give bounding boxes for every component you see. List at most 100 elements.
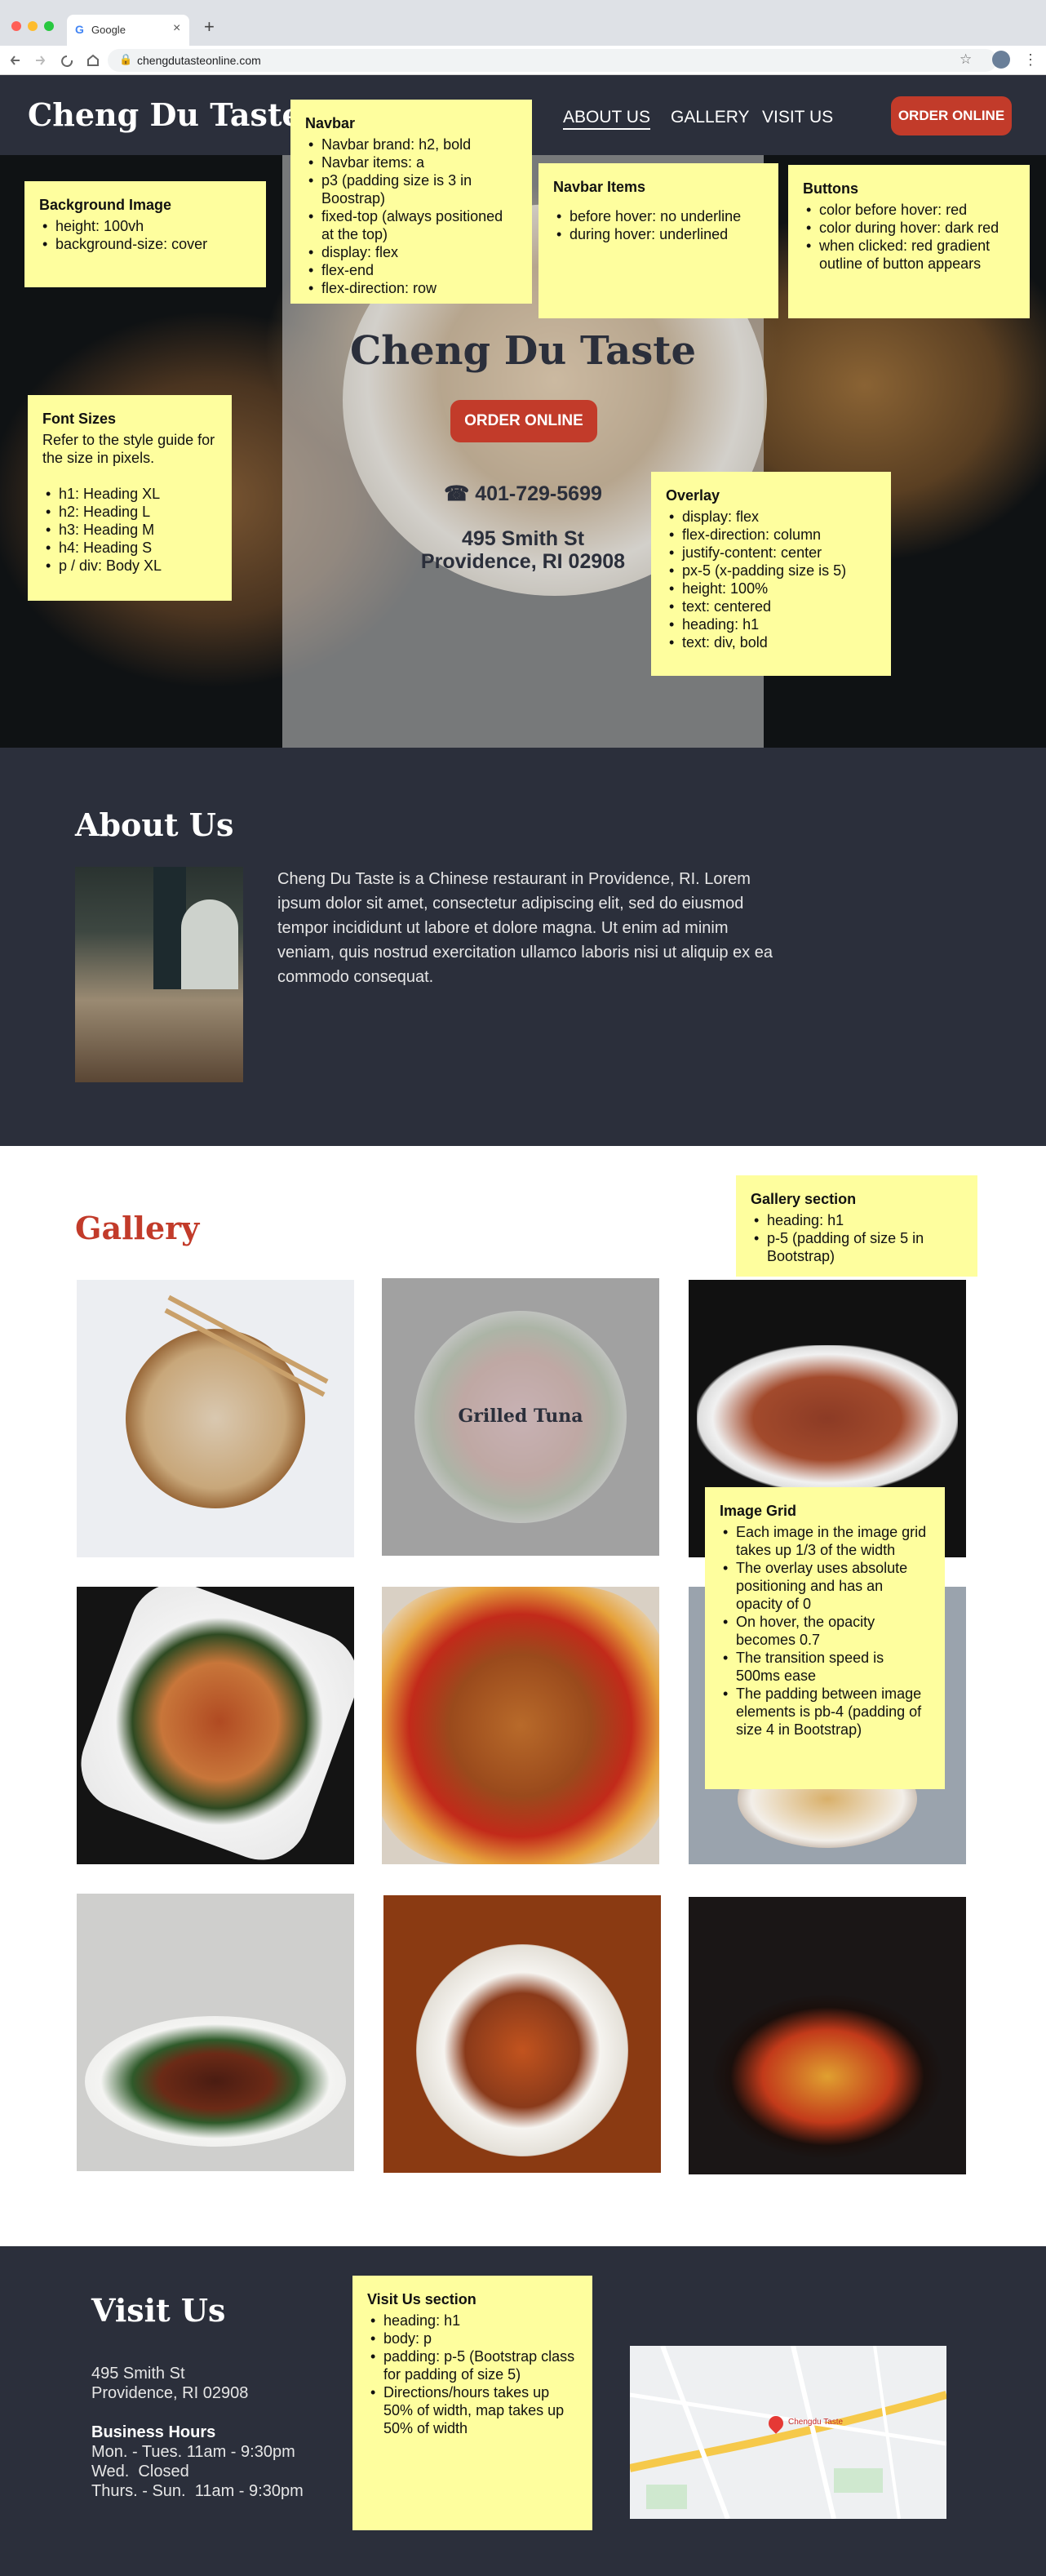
about-title: About Us	[75, 806, 234, 843]
note-font-sizes: Font Sizes Refer to the style guide for …	[28, 395, 232, 601]
note-navbar-items: Navbar Items before hover: no underline …	[539, 163, 778, 318]
hours-line: Mon. - Tues. 11am - 9:30pm	[91, 2443, 295, 2461]
back-icon	[10, 56, 20, 65]
note-navbar: Navbar Navbar brand: h2, bold Navbar ite…	[290, 100, 532, 304]
note-item: before hover: no underline	[553, 207, 764, 225]
gallery-image-grilled-tuna[interactable]: Grilled Tuna	[382, 1278, 659, 1556]
home-icon	[87, 54, 99, 66]
restaurant-interior-image	[75, 867, 243, 1082]
note-item: Directions/hours takes up 50% of width, …	[367, 2383, 578, 2437]
note-item: flex-direction: column	[666, 526, 876, 544]
pork-plate-shape	[85, 2016, 346, 2147]
gallery-image-sweet-sour-chicken[interactable]	[382, 1587, 659, 1864]
note-item: background-size: cover	[39, 235, 251, 253]
note-heading: Gallery section	[751, 1191, 857, 1207]
note-item: The padding between image elements is pb…	[720, 1685, 930, 1739]
about-text: Cheng Du Taste is a Chinese restaurant i…	[277, 870, 773, 986]
note-heading: Navbar Items	[553, 179, 646, 195]
nav-link-about-us[interactable]: ABOUT US	[563, 108, 650, 130]
note-item: p3 (padding size is 3 in Boostrap)	[305, 171, 517, 207]
note-item: p-5 (padding of size 5 in Bootstrap)	[751, 1229, 963, 1265]
tab-close-icon[interactable]: ×	[173, 21, 180, 36]
note-heading: Overlay	[666, 487, 720, 504]
gallery-title: Gallery	[75, 1210, 200, 1246]
hero-title: Cheng Du Taste	[349, 328, 696, 374]
business-hours-heading: Business Hours	[91, 2423, 216, 2441]
note-heading: Font Sizes	[42, 411, 117, 427]
gallery-overlay-label: Grilled Tuna	[458, 1406, 583, 1427]
hero-order-online-button[interactable]: ORDER ONLINE	[450, 400, 597, 442]
nav-link-gallery[interactable]: GALLERY	[671, 108, 750, 127]
note-item: The overlay uses absolute positioning an…	[720, 1559, 930, 1613]
gallery-image-stew-bowl[interactable]	[383, 1895, 661, 2173]
note-item: The transition speed is 500ms ease	[720, 1649, 930, 1685]
note-item: when clicked: red gradient outline of bu…	[803, 237, 1015, 273]
note-item: flex-end	[305, 261, 517, 279]
window-minimize-button[interactable]	[28, 21, 38, 31]
note-item: color during hover: dark red	[803, 219, 1015, 237]
visit-address-line2: Providence, RI 02908	[91, 2384, 249, 2402]
browser-nav-icons	[10, 54, 99, 67]
note-item: display: flex	[666, 508, 876, 526]
map-roads	[630, 2346, 946, 2519]
gallery-image-shrimp[interactable]	[77, 1587, 354, 1864]
window-close-button[interactable]	[11, 21, 21, 31]
note-item: during hover: underlined	[553, 225, 764, 243]
note-item: color before hover: red	[803, 201, 1015, 219]
interior-arch-shape	[181, 899, 238, 989]
browser-menu-icon[interactable]: ⋮	[1023, 51, 1038, 69]
nav-link-visit-us[interactable]: VISIT US	[762, 108, 833, 127]
note-item: Navbar brand: h2, bold	[305, 135, 517, 153]
note-item: p / div: Body XL	[42, 557, 217, 575]
note-item: h1: Heading XL	[42, 485, 217, 503]
gallery-image-skewer-pot[interactable]	[689, 1897, 966, 2174]
note-intro: Refer to the style guide for the size in…	[42, 432, 215, 466]
window-maximize-button[interactable]	[44, 21, 54, 31]
google-favicon-icon: G	[75, 23, 84, 36]
visit-title: Visit Us	[91, 2292, 226, 2329]
note-item: justify-content: center	[666, 544, 876, 562]
note-item: display: flex	[305, 243, 517, 261]
note-heading: Buttons	[803, 180, 858, 197]
hero-phone-number: 401-729-5699	[475, 482, 602, 505]
browser-tab[interactable]: G Google ×	[67, 15, 189, 46]
map-pin-label: Chengdu Taste	[788, 2418, 844, 2427]
phone-icon: ☎	[444, 482, 470, 505]
hours-line: Thurs. - Sun. 11am - 9:30pm	[91, 2482, 304, 2500]
url-text: chengdutasteonline.com	[137, 54, 261, 67]
note-overlay: Overlay display: flex flex-direction: co…	[651, 472, 891, 676]
note-buttons: Buttons color before hover: red color du…	[788, 165, 1030, 318]
note-item: h2: Heading L	[42, 503, 217, 521]
note-gallery-section: Gallery section heading: h1 p-5 (padding…	[736, 1175, 977, 1277]
note-item: body: p	[367, 2330, 578, 2347]
note-item: height: 100%	[666, 580, 876, 597]
gallery-image-braised-pork[interactable]	[77, 1894, 354, 2171]
note-item: heading: h1	[367, 2312, 578, 2330]
note-background-image: Background Image height: 100vh backgroun…	[24, 181, 266, 287]
lock-icon: 🔒	[119, 53, 133, 65]
gallery-image-dumplings[interactable]	[77, 1280, 354, 1557]
hours-line: Wed. Closed	[91, 2463, 189, 2481]
new-tab-icon[interactable]: +	[204, 16, 215, 38]
shrimp-plate-shape	[77, 1587, 354, 1864]
navbar-order-online-button[interactable]: ORDER ONLINE	[891, 96, 1012, 135]
bookmark-star-icon[interactable]: ☆	[960, 51, 972, 68]
chicken-dish-shape	[382, 1587, 659, 1864]
skewer-pot-shape	[713, 1995, 942, 2158]
note-item: padding: p-5 (Bootstrap class for paddin…	[367, 2347, 578, 2383]
address-bar[interactable]: 🔒 chengdutasteonline.com ☆	[108, 49, 997, 72]
note-item: px-5 (x-padding size is 5)	[666, 562, 876, 580]
note-heading: Visit Us section	[367, 2291, 476, 2307]
note-item: height: 100vh	[39, 217, 251, 235]
note-heading: Navbar	[305, 115, 356, 131]
note-item: text: centered	[666, 597, 876, 615]
profile-avatar[interactable]	[992, 51, 1010, 69]
note-item: fixed-top (always positioned at the top)	[305, 207, 517, 243]
location-map[interactable]: Chengdu Taste	[630, 2346, 946, 2519]
visit-address-line1: 495 Smith St	[91, 2365, 185, 2383]
note-item: h4: Heading S	[42, 539, 217, 557]
note-heading: Image Grid	[720, 1503, 797, 1519]
note-image-grid: Image Grid Each image in the image grid …	[705, 1487, 945, 1789]
navbar-brand[interactable]: Cheng Du Taste	[28, 96, 302, 133]
note-item: Each image in the image grid takes up 1/…	[720, 1523, 930, 1559]
